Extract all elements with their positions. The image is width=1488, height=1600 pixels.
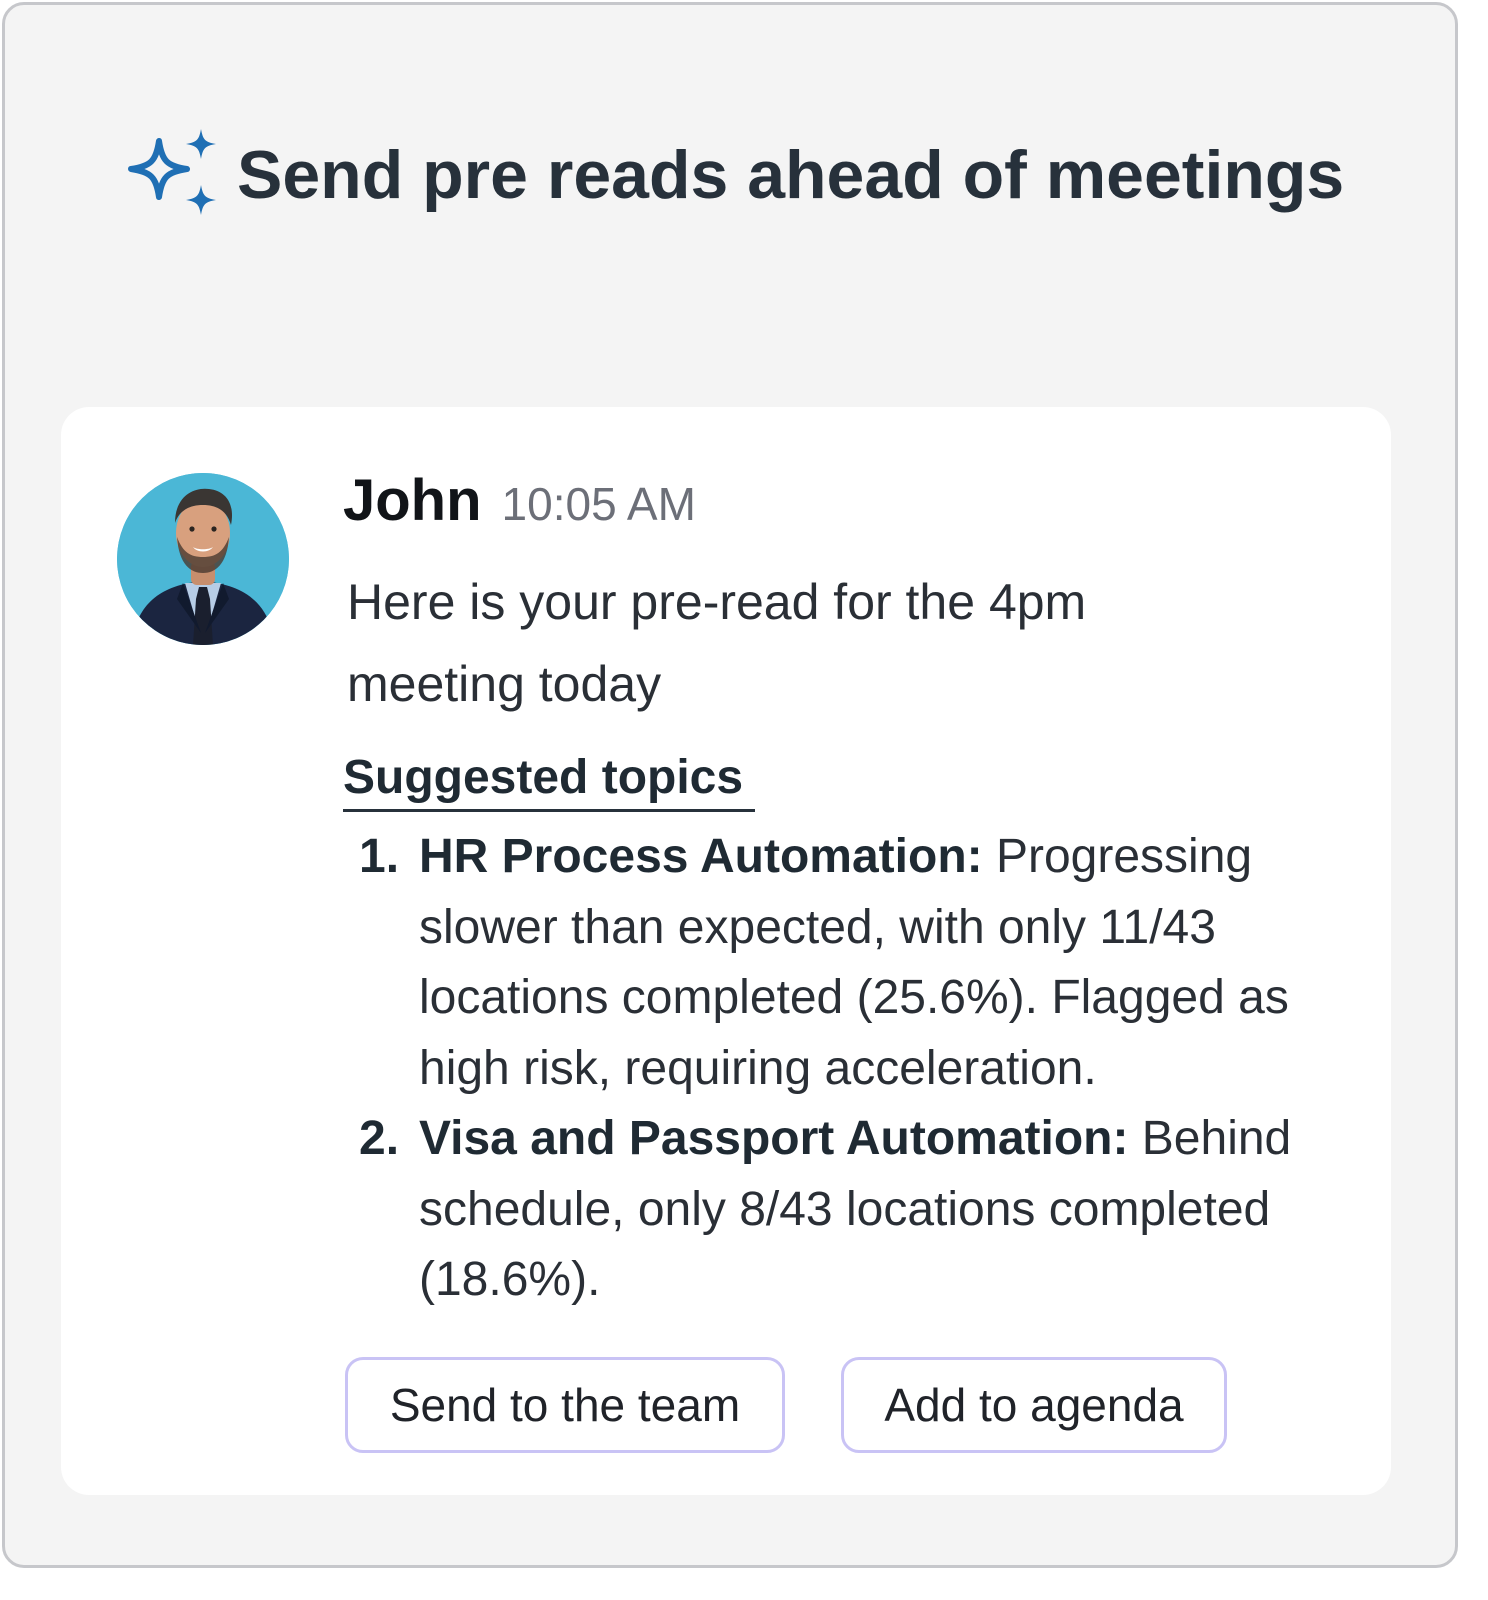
section-title: Suggested topics: [343, 749, 756, 812]
topic-number: 1.: [359, 830, 400, 883]
page-title: Send pre reads ahead of meetings: [237, 137, 1345, 213]
add-to-agenda-button[interactable]: Add to agenda: [841, 1357, 1227, 1453]
action-bar: Send to the team Add to agenda: [345, 1357, 1227, 1453]
topic-list: 1. HR Process Automation: Progressing slo…: [343, 822, 1353, 1316]
header: Send pre reads ahead of meetings: [125, 115, 1344, 235]
sparkle-icon: [125, 127, 221, 223]
message-card: John 10:05 AM Here is your pre-read for …: [61, 407, 1391, 1495]
topic-name: HR Process Automation:: [419, 830, 983, 883]
message-content: John 10:05 AM Here is your pre-read for …: [343, 467, 1353, 1316]
sender-name[interactable]: John: [343, 467, 482, 534]
timestamp: 10:05 AM: [501, 478, 696, 530]
card: Send pre reads ahead of meetings John 10…: [2, 2, 1458, 1568]
list-item: 2. Visa and Passport Automation: Behind s…: [343, 1104, 1353, 1316]
list-item: 1. HR Process Automation: Progressing slo…: [343, 822, 1353, 1104]
topic-number: 2.: [359, 1112, 400, 1165]
send-to-team-button[interactable]: Send to the team: [345, 1357, 785, 1453]
avatar[interactable]: [117, 473, 289, 645]
topic-name: Visa and Passport Automation:: [419, 1112, 1129, 1165]
message-intro: Here is your pre-read for the 4pm meetin…: [347, 574, 1087, 712]
message-meta: John 10:05 AM: [343, 467, 1353, 547]
